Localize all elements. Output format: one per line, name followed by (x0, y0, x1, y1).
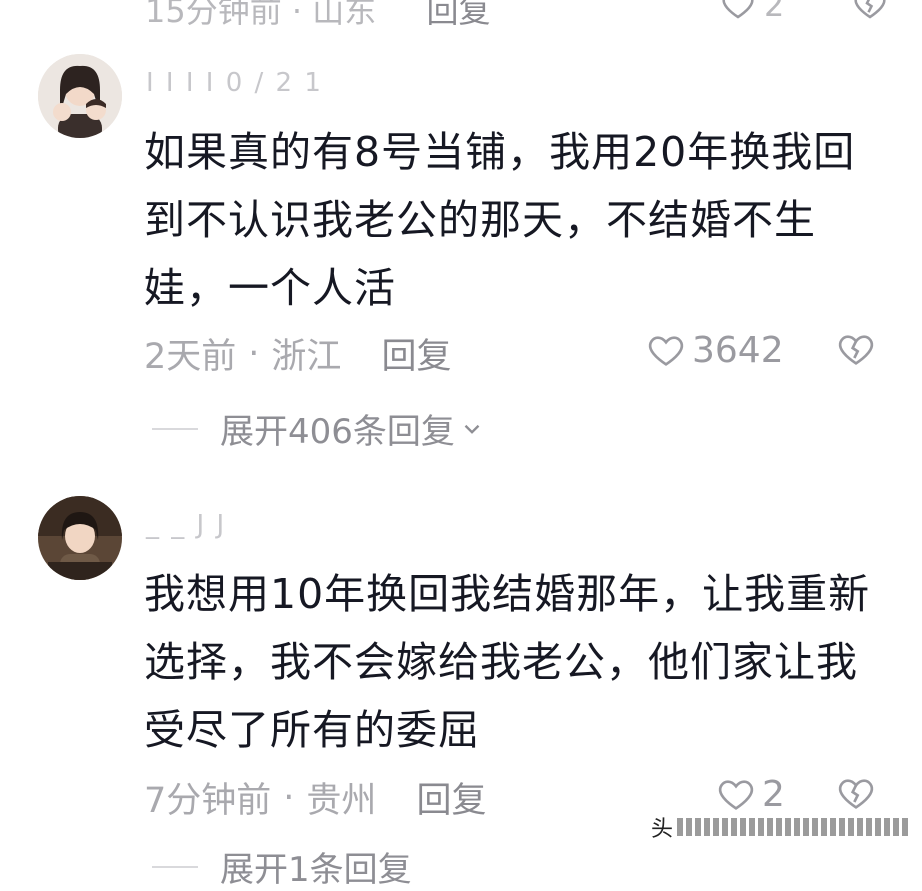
comment-meta: 2天前 · 浙江 回复 (144, 328, 451, 379)
like-button[interactable]: 2 (716, 774, 785, 815)
avatar[interactable] (38, 496, 122, 580)
dislike-button[interactable] (836, 330, 876, 370)
heart-outline-icon[interactable] (716, 775, 756, 815)
avatar-image (38, 54, 122, 138)
comment-text: 如果真的有8号当铺，我用20年换我回到不认识我老公的那天，不结婚不生娃，一个人活 (144, 128, 856, 312)
like-count: 3642 (692, 330, 784, 371)
expand-replies-button[interactable]: 展开1条回复 (152, 842, 412, 891)
expand-replies-label: 展开1条回复 (220, 850, 412, 890)
like-count: 2 (764, 0, 785, 24)
chevron-down-icon (464, 424, 480, 434)
comment-text: 我想用10年换回我结婚那年，让我重新选择，我不会嫁给我老公，他们家让我受尽了所有… (144, 570, 871, 754)
comment-location: 山东 (312, 0, 377, 30)
watermark-bars (677, 818, 908, 836)
previous-comment-meta: 15分钟前 · 山东 回复 (145, 0, 490, 32)
broken-heart-icon[interactable] (852, 0, 888, 23)
username[interactable]: I I I I 0 / 2 1 (146, 68, 323, 98)
comment-meta: 7分钟前 · 贵州 回复 (144, 772, 486, 823)
avatar[interactable] (38, 54, 122, 138)
heart-outline-icon[interactable] (720, 0, 756, 23)
heart-outline-icon[interactable] (646, 331, 686, 371)
broken-heart-icon[interactable] (836, 774, 876, 814)
comment-time: 7分钟前 (144, 781, 272, 821)
watermark-text: 头 (650, 817, 673, 842)
comment-time: 2天前 (144, 337, 237, 377)
divider-line (152, 427, 198, 430)
comment-location: 浙江 (271, 337, 342, 377)
username[interactable]: _ _ J J (146, 510, 226, 540)
avatar-image (38, 496, 122, 580)
reply-button[interactable]: 回复 (426, 0, 490, 30)
broken-heart-icon[interactable] (836, 330, 876, 370)
meta-dot: · (283, 777, 295, 818)
meta-dot: · (291, 0, 313, 30)
meta-dot: · (248, 333, 260, 374)
previous-like-group[interactable]: 2 (720, 0, 888, 24)
watermark: 头 (651, 811, 908, 843)
like-count: 2 (762, 774, 785, 815)
reply-button[interactable]: 回复 (381, 328, 451, 379)
reply-button[interactable]: 回复 (416, 772, 486, 823)
like-button[interactable]: 3642 (646, 330, 784, 371)
dislike-button[interactable] (836, 774, 876, 814)
comment-location: 贵州 (306, 781, 377, 821)
divider-line (152, 865, 198, 868)
expand-replies-label: 展开406条回复 (220, 412, 455, 452)
expand-replies-button[interactable]: 展开406条回复 (152, 404, 485, 453)
comment-time: 15分钟前 (145, 0, 282, 30)
